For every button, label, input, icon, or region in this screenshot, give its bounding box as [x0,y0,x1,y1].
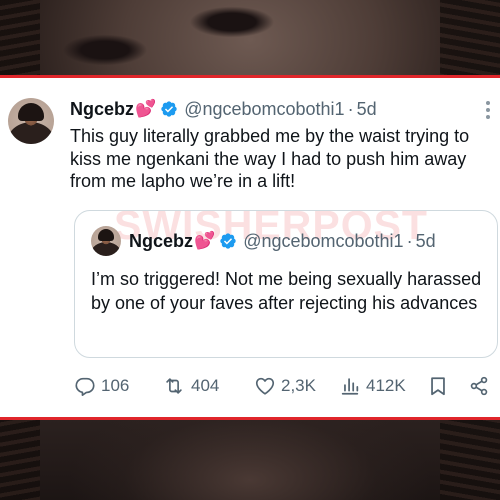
more-icon[interactable] [486,101,490,119]
background-photo-bottom [0,420,500,500]
quoted-tweet-header: Ngcebz 💕 @ngcebomcobothi1 · 5d [91,226,485,256]
bookmark-icon [431,377,445,396]
author-display-name[interactable]: Ngcebz [70,99,134,120]
author-handle[interactable]: @ngcebomcobothi1 [184,99,344,120]
share-icon [470,376,488,396]
tweet-text: This guy literally grabbed me by the wai… [70,126,470,191]
quoted-tweet-text: I’m so triggered! Not me being sexually … [91,269,482,313]
reply-count: 106 [101,376,130,395]
author-avatar[interactable] [8,98,54,144]
retweet-button[interactable]: 404 [162,375,219,397]
retweet-count: 404 [191,376,220,395]
reply-button[interactable]: 106 [74,375,129,397]
tweet-card[interactable]: Ngcebz 💕 @ngcebomcobothi1 · 5d This guy … [0,78,500,417]
verified-badge-icon [161,101,177,117]
quoted-author-avatar[interactable] [91,226,121,256]
separator-dot: · [347,98,354,119]
verified-badge-icon [220,233,236,249]
tweet-actions-bar: 106 404 2,3K 412K [74,374,494,398]
reply-icon [75,377,95,396]
quoted-tweet[interactable]: Ngcebz 💕 @ngcebomcobothi1 · 5d I’m so tr… [74,210,498,358]
tweet-screenshot-frame: Ngcebz 💕 @ngcebomcobothi1 · 5d This guy … [0,75,500,420]
quoted-name-emoji: 💕 [194,231,215,250]
quoted-tweet-timestamp: 5d [415,230,436,251]
quoted-author-display-name: Ngcebz [129,230,194,251]
name-emoji: 💕 [135,99,156,118]
quoted-author-handle: @ngcebomcobothi1 [243,230,404,251]
like-button[interactable]: 2,3K [254,375,316,397]
views-icon [341,378,359,395]
like-icon [255,377,275,395]
retweet-icon [166,378,182,394]
like-count: 2,3K [281,376,316,395]
views-count: 412K [366,376,406,395]
quoted-separator-dot: · [406,230,413,251]
share-button[interactable] [468,375,490,397]
views-button[interactable]: 412K [339,375,406,397]
tweet-header: Ngcebz 💕 @ngcebomcobothi1 · 5d [70,98,486,120]
bookmark-button[interactable] [427,375,449,397]
tweet-timestamp[interactable]: 5d [357,99,377,120]
